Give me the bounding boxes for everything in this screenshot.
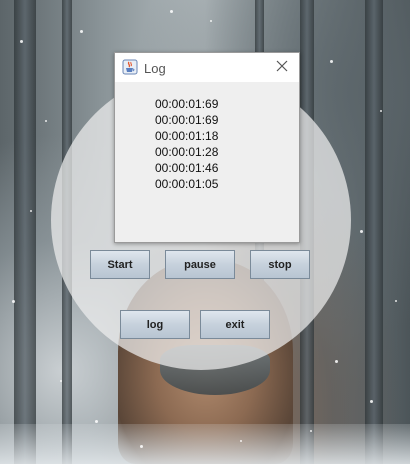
snowflake (380, 110, 382, 112)
snowflake (210, 20, 212, 22)
snowflake (80, 30, 83, 33)
stop-button[interactable]: stop (250, 250, 310, 279)
snowflake (395, 300, 397, 302)
log-window-titlebar[interactable]: Log (115, 53, 299, 82)
snowflake (95, 420, 98, 423)
snowy-ground (0, 424, 410, 464)
snowflake (12, 300, 15, 303)
snowflake (140, 445, 143, 448)
snowflake (170, 10, 173, 13)
start-button[interactable]: Start (90, 250, 150, 279)
log-window: Log 00:00:01:69 00:00:01:69 00:00:01:18 … (114, 52, 300, 243)
log-entry: 00:00:01:28 (155, 145, 219, 159)
log-entry: 00:00:01:18 (155, 129, 219, 143)
log-entry: 00:00:01:69 (155, 97, 219, 111)
log-button[interactable]: log (120, 310, 190, 339)
snowflake (30, 210, 32, 212)
log-entry: 00:00:01:05 (155, 177, 219, 191)
snowflake (330, 60, 333, 63)
snowflake (370, 400, 373, 403)
snowflake (45, 120, 47, 122)
snowflake (60, 380, 62, 382)
snowflake (335, 360, 338, 363)
snowflake (310, 430, 312, 432)
log-window-title: Log (144, 61, 166, 76)
log-entry: 00:00:01:69 (155, 113, 219, 127)
close-icon[interactable] (274, 58, 290, 74)
exit-button[interactable]: exit (200, 310, 270, 339)
tree-trunk (14, 0, 36, 464)
java-cup-icon (122, 59, 138, 75)
snowflake (240, 440, 242, 442)
pause-button[interactable]: pause (165, 250, 235, 279)
log-entry: 00:00:01:46 (155, 161, 219, 175)
log-entries-list: 00:00:01:69 00:00:01:69 00:00:01:18 00:0… (155, 96, 218, 192)
tree-trunk (365, 0, 383, 464)
snowflake (20, 40, 23, 43)
snowflake (360, 230, 363, 233)
